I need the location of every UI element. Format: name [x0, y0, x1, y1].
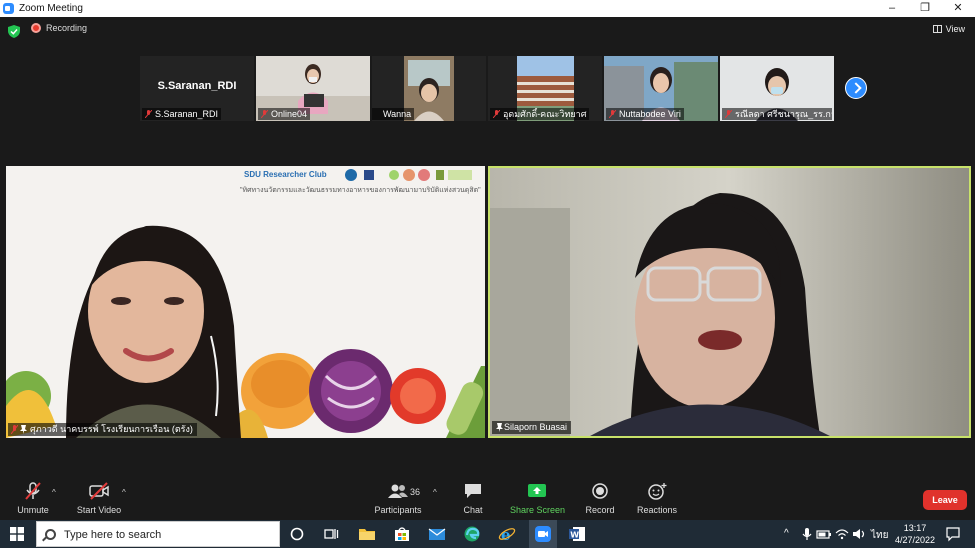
task-view-icon[interactable] — [322, 525, 340, 543]
file-explorer-icon[interactable] — [358, 525, 376, 543]
participant-thumbnail[interactable]: Wanna — [372, 56, 486, 121]
participant-name-tag: อุดมศักดิ์-คณะวิทยาศ — [490, 108, 590, 120]
muted-mic-icon — [493, 110, 500, 118]
share-screen-button[interactable]: Share Screen — [510, 482, 565, 515]
zoom-app-icon — [535, 526, 551, 542]
share-screen-icon — [528, 484, 546, 497]
unmute-button[interactable]: Unmute — [14, 482, 52, 515]
security-shield-icon[interactable] — [8, 25, 20, 38]
muted-mic-icon — [609, 110, 616, 118]
participant-name-tag: ศุภาวดี นาคบรรพ์ โรงเรียนการเรือน (ตรัง) — [8, 423, 197, 436]
microphone-tray-icon[interactable] — [798, 525, 816, 543]
view-label: View — [945, 24, 965, 34]
clock-date: 4/27/2022 — [895, 535, 936, 545]
participants-icon — [388, 484, 408, 498]
participant-name-tag: Silaporn Buasai — [492, 421, 572, 434]
record-icon — [592, 483, 608, 499]
participant-thumbnail[interactable]: อุดมศักดิ์-คณะวิทยาศ — [488, 56, 602, 121]
banner-title: SDU Researcher Club — [244, 170, 327, 179]
start-video-button[interactable]: Start Video — [76, 482, 122, 515]
participant-name-tag: Nuttabodee Viri — [606, 108, 684, 120]
participant-name-tag: รณีลดา ศรีชนารุณ_รร.กา — [722, 108, 832, 120]
windows-start-icon[interactable] — [10, 527, 24, 541]
windows-taskbar: Type here to search e W ^ ไทย 13:17 4/27… — [0, 520, 975, 548]
muted-mic-icon — [725, 110, 732, 118]
internet-explorer-icon[interactable]: e — [498, 525, 516, 543]
main-video-left[interactable]: SDU Researcher Club "ทิศทางนวัตกรรมและวั… — [6, 166, 485, 438]
zoom-taskbar-tab[interactable] — [529, 520, 557, 548]
edge-browser-icon[interactable] — [463, 525, 481, 543]
muted-mic-icon — [145, 110, 152, 118]
minimize-button[interactable]: – — [877, 0, 907, 17]
participant-thumbnail[interactable]: Nuttabodee Viri — [604, 56, 718, 121]
partner-logos-icon — [345, 169, 472, 181]
battery-tray-icon[interactable] — [815, 525, 833, 543]
muted-mic-icon — [11, 425, 18, 434]
zoom-meeting-window: Zoom Meeting – ❐ ✕ Recording View S.Sara… — [0, 0, 975, 548]
participant-thumbnail[interactable]: S.Saranan_RDI S.Saranan_RDI — [140, 56, 254, 121]
maximize-button[interactable]: ❐ — [910, 0, 940, 17]
pin-icon — [20, 425, 27, 434]
participants-count: 36 — [410, 487, 421, 497]
wifi-tray-icon[interactable] — [833, 525, 851, 543]
participant-name-tag: Online04 — [258, 108, 311, 120]
svg-text:e: e — [501, 526, 511, 543]
search-icon — [45, 529, 56, 540]
chat-button[interactable]: Chat — [462, 482, 484, 515]
close-button[interactable]: ✕ — [943, 0, 973, 17]
cortana-circle-icon[interactable] — [288, 525, 306, 543]
mail-icon[interactable] — [428, 525, 446, 543]
next-page-chevron-icon[interactable] — [845, 77, 867, 99]
view-grid-icon — [932, 25, 942, 33]
microsoft-word-icon[interactable]: W — [568, 525, 586, 543]
show-hidden-icons-chevron-icon[interactable]: ^ — [784, 528, 789, 539]
participant-thumbnail[interactable]: Online04 — [256, 56, 370, 121]
recording-indicator[interactable]: Recording — [31, 23, 87, 33]
video-options-caret-icon[interactable]: ^ — [122, 488, 130, 497]
participant-display-name: S.Saranan_RDI — [157, 80, 237, 92]
recording-dot-icon — [31, 23, 41, 33]
zoom-app-icon — [3, 3, 14, 14]
participant-name-tag: S.Saranan_RDI — [142, 108, 222, 120]
clock-time: 13:17 — [903, 523, 927, 533]
muted-mic-icon — [25, 482, 41, 500]
window-title: Zoom Meeting — [19, 3, 83, 14]
system-clock[interactable]: 13:17 4/27/2022 — [895, 522, 935, 546]
muted-mic-icon — [261, 110, 268, 118]
recording-label: Recording — [46, 23, 88, 33]
notifications-icon[interactable] — [944, 525, 962, 543]
taskbar-search-box[interactable]: Type here to search — [36, 521, 280, 547]
meeting-toolbar: Unmute ^ Start Video ^ Participants 36 ^ — [0, 478, 975, 520]
participant-thumbnail[interactable]: รณีลดา ศรีชนารุณ_รร.กา — [720, 56, 834, 121]
input-language[interactable]: ไทย — [871, 528, 888, 543]
volume-tray-icon[interactable] — [850, 525, 868, 543]
banner-subtitle: "ทิศทางนวัตกรรมและวัฒนธรรมทางอาหารของการ… — [240, 187, 481, 194]
reactions-button[interactable]: Reactions — [637, 482, 677, 515]
pin-icon — [496, 423, 503, 432]
event-banner: SDU Researcher Club "ทิศทางนวัตกรรมและวั… — [236, 168, 484, 196]
chat-icon — [465, 484, 481, 498]
title-bar: Zoom Meeting – ❐ ✕ — [0, 0, 975, 17]
record-button[interactable]: Record — [585, 482, 615, 515]
reactions-smiley-icon — [648, 483, 667, 500]
video-off-icon — [89, 482, 109, 500]
view-button[interactable]: View — [932, 24, 965, 34]
svg-text:W: W — [570, 531, 579, 540]
speaker-video-right — [490, 168, 969, 436]
participants-options-caret-icon[interactable]: ^ — [433, 488, 441, 497]
audio-options-caret-icon[interactable]: ^ — [52, 488, 60, 497]
microsoft-store-icon[interactable] — [393, 525, 411, 543]
main-video-right-active-speaker[interactable]: Silaporn Buasai — [488, 166, 971, 438]
meeting-top-strip: Recording View — [0, 17, 975, 45]
participant-name-tag: Wanna — [372, 108, 415, 120]
leave-meeting-button[interactable]: Leave — [923, 490, 967, 510]
search-placeholder: Type here to search — [64, 529, 162, 541]
speaker-video-left — [6, 166, 485, 438]
